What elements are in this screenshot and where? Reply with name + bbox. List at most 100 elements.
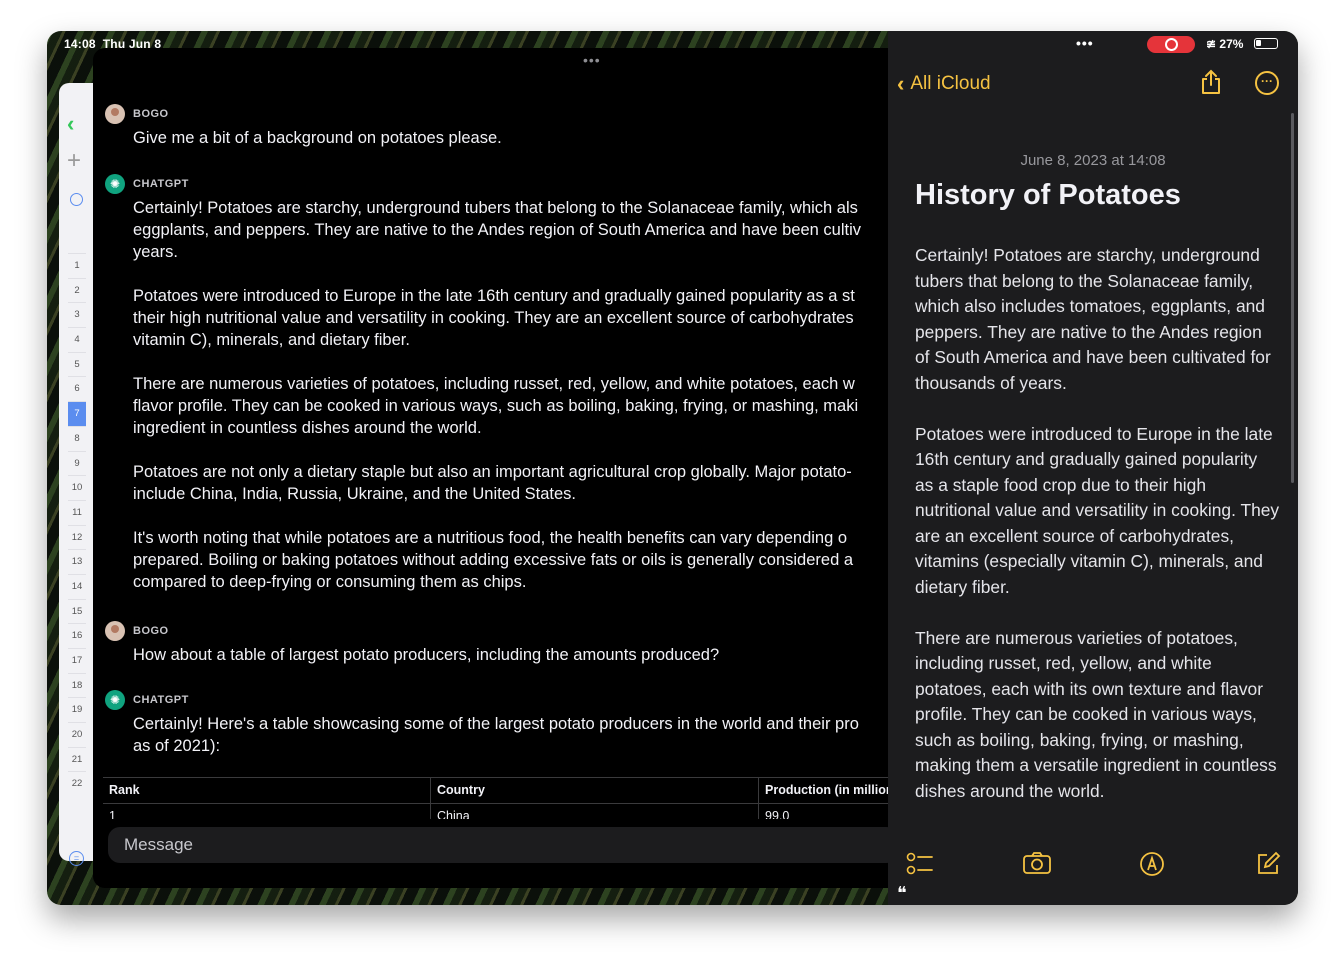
message-line: There are numerous varieties of potatoes…	[133, 375, 855, 393]
message-text: Certainly! Potatoes are starchy, undergr…	[133, 197, 890, 593]
day-number[interactable]: 16	[68, 623, 86, 648]
ipad-screen: 14:08 Thu Jun 8 ‹ + 1 2 3 4 5 6 7 8 9 10 11 12 13 14 1…	[47, 31, 1298, 905]
table-cell-rank: 1	[103, 804, 431, 819]
camera-icon[interactable]	[1022, 851, 1052, 875]
table-cell-country: China	[431, 804, 759, 819]
more-options-icon[interactable]: ···	[1255, 71, 1279, 95]
message-line: Potatoes were introduced to Europe in th…	[133, 287, 855, 305]
chat-message: ✺ CHATGPT Certainly! Here's a table showca…	[105, 690, 890, 757]
message-line: Give me a bit of a background on potatoe…	[133, 129, 502, 147]
message-header: ✺ CHATGPT	[105, 174, 890, 194]
producers-table: Rank Country Production (in million 1 Ch…	[103, 777, 890, 819]
status-battery-text: ≇ 27%	[1206, 37, 1243, 51]
note-date: June 8, 2023 at 14:08	[1020, 152, 1166, 169]
back-chevron-icon[interactable]: ‹	[67, 111, 74, 137]
message-line: vitamin C), minerals, and dietary fiber.	[133, 331, 410, 349]
message-line: flavor profile. They can be cooked in va…	[133, 397, 859, 415]
screen-recording-icon[interactable]	[1147, 36, 1195, 53]
note-title[interactable]: History of Potatoes	[915, 179, 1181, 212]
message-header: BOGO	[105, 621, 890, 641]
day-number[interactable]: 21	[68, 746, 86, 772]
day-number[interactable]: 3	[68, 302, 86, 327]
note-paragraph[interactable]: Certainly! Potatoes are starchy, undergr…	[915, 243, 1280, 396]
chatgpt-logo-icon: ✺	[105, 690, 125, 710]
message-line: eggplants, and peppers. They are native …	[133, 221, 862, 239]
message-line: years.	[133, 243, 178, 261]
message-text: Certainly! Here's a table showcasing som…	[133, 713, 890, 757]
notes-toolbar	[888, 843, 1298, 887]
chat-window: ••• BOGO Give me a bit of a background on…	[93, 48, 890, 888]
message-header: ✺ CHATGPT	[105, 690, 890, 710]
message-line: include China, India, Russia, Ukraine, a…	[133, 485, 577, 503]
markup-pen-icon[interactable]	[1139, 851, 1165, 877]
chevron-left-icon: ‹	[897, 71, 905, 96]
note-paragraph[interactable]: There are numerous varieties of potatoes…	[915, 626, 1280, 805]
sender-name: BOGO	[133, 625, 169, 637]
day-number[interactable]: 4	[68, 327, 86, 352]
day-number[interactable]: 18	[68, 672, 86, 698]
day-number[interactable]: 14	[68, 573, 86, 599]
message-line: How about a table of largest potato prod…	[133, 646, 720, 664]
day-number[interactable]: 5	[68, 351, 86, 377]
day-number[interactable]: 11	[68, 499, 86, 525]
sender-name: CHATGPT	[133, 694, 189, 706]
day-number[interactable]: 17	[68, 648, 86, 673]
status-time: 14:08	[64, 37, 96, 51]
chat-message: ✺ CHATGPT Certainly! Potatoes are starchy,…	[105, 174, 890, 593]
search-circle-icon[interactable]	[70, 193, 83, 206]
message-header: BOGO	[105, 104, 890, 124]
message-text: Give me a bit of a background on potatoe…	[133, 127, 890, 149]
message-line: Potatoes are not only a dietary staple b…	[133, 463, 852, 481]
menu-circle-icon[interactable]: =	[69, 851, 84, 866]
multitasking-handle-icon[interactable]: •••	[583, 52, 601, 68]
day-number[interactable]: 7	[68, 401, 86, 426]
battery-percent: 27%	[1219, 37, 1244, 51]
message-line: as of 2021):	[133, 737, 221, 755]
day-number[interactable]: 19	[68, 697, 86, 722]
multitasking-handle-icon[interactable]: •••	[1076, 35, 1094, 51]
table-header-production: Production (in million	[759, 778, 890, 803]
message-line: prepared. Boiling or baking potatoes wit…	[133, 551, 854, 569]
day-number[interactable]: 10	[68, 475, 86, 500]
user-avatar	[105, 621, 125, 641]
back-label: All iCloud	[910, 73, 991, 94]
day-number[interactable]: 9	[68, 450, 86, 476]
note-paragraph[interactable]: Potatoes were introduced to Europe in th…	[915, 422, 1280, 601]
day-number[interactable]: 22	[68, 771, 86, 796]
message-text: How about a table of largest potato prod…	[133, 644, 890, 666]
note-body[interactable]: Certainly! Potatoes are starchy, undergr…	[915, 243, 1280, 830]
day-number[interactable]: 1	[68, 253, 86, 278]
chatgpt-logo-icon: ✺	[105, 174, 125, 194]
back-all-icloud-button[interactable]: ‹ All iCloud	[897, 71, 991, 97]
table-header-row: Rank Country Production (in million	[103, 778, 890, 804]
day-number[interactable]: 2	[68, 277, 86, 303]
message-line: It's worth noting that while potatoes ar…	[133, 529, 848, 547]
notes-window: ••• ≇ 27% ‹ All iCloud ··· June 8, 2023 …	[888, 31, 1298, 905]
checklist-icon[interactable]	[906, 851, 934, 877]
compose-icon[interactable]	[1255, 851, 1281, 877]
day-number[interactable]: 20	[68, 722, 86, 747]
day-number[interactable]: 12	[68, 524, 86, 550]
phone-icon: ❝	[897, 883, 907, 903]
sidebar-strip: ‹ + 1 2 3 4 5 6 7 8 9 10 11 12 13 14 15 16 17 18 19 20 21 22 …	[59, 83, 93, 866]
chat-message: BOGO How about a table of largest potato …	[105, 621, 890, 666]
share-icon[interactable]	[1200, 69, 1222, 95]
message-input[interactable]: Message	[108, 827, 890, 863]
wifi-icon: ≇	[1206, 37, 1217, 51]
day-number[interactable]: 15	[68, 598, 86, 624]
day-number[interactable]: 8	[68, 425, 86, 451]
chat-message: BOGO Give me a bit of a background on pot…	[105, 104, 890, 149]
message-line: Certainly! Here's a table showcasing som…	[133, 715, 859, 733]
message-line: Certainly! Potatoes are starchy, undergr…	[133, 199, 858, 217]
day-number[interactable]: 6	[68, 376, 86, 401]
message-line: their high nutritional value and versati…	[133, 309, 854, 327]
sender-name: CHATGPT	[133, 178, 189, 190]
table-cell-production: 99.0	[759, 804, 890, 819]
table-header-rank: Rank	[103, 778, 431, 803]
day-number[interactable]: 13	[68, 549, 86, 574]
day-number-list: 1 2 3 4 5 6 7 8 9 10 11 12 13 14 15 16 17 18 19 20 21 22	[68, 253, 86, 796]
table-row: 1 China 99.0	[103, 804, 890, 819]
add-icon[interactable]: +	[67, 147, 81, 175]
